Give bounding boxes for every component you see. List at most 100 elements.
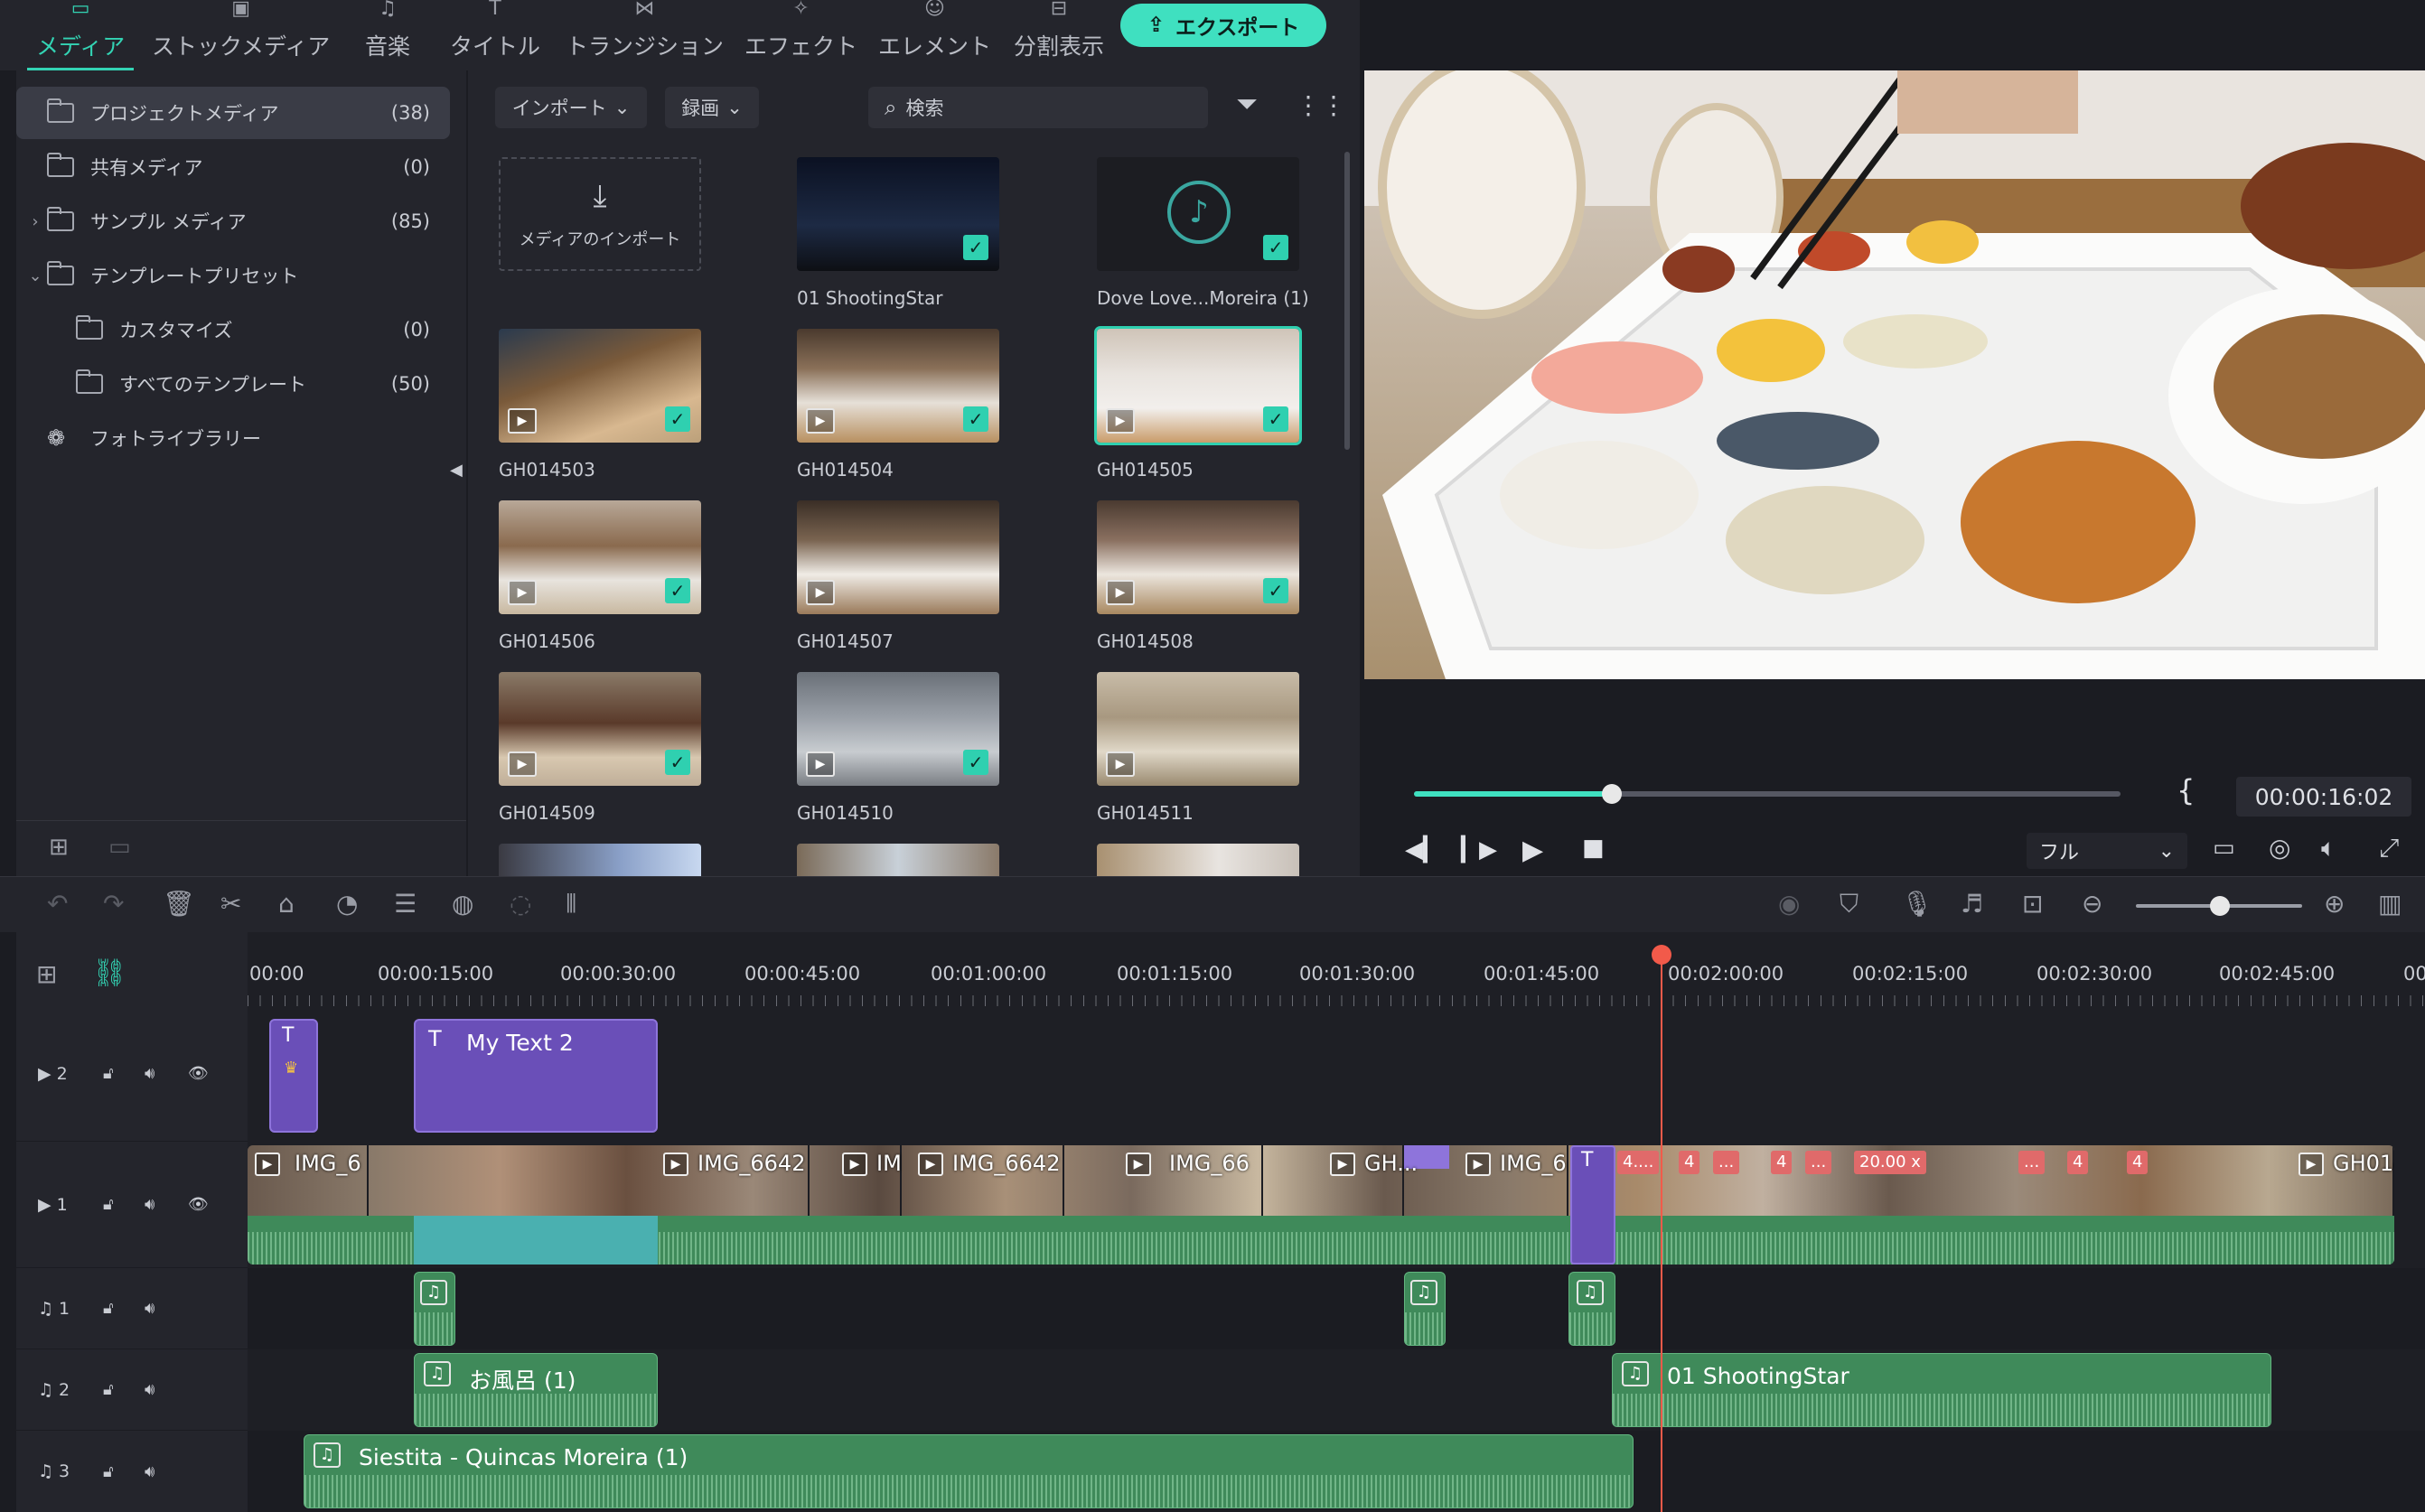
lock-icon[interactable]: 🔓︎ [103,1380,114,1399]
tab-transitions[interactable]: ⋈ トランジション [566,0,724,70]
new-folder-icon[interactable]: ⊞ [49,834,69,861]
layout-icon[interactable]: ▥ [2378,890,2402,919]
video-clip-strip[interactable]: T ▶ IMG_6 ▶ IMG_6642 ▶ IM ▶ IMG_6642 ▶ I… [248,1145,2394,1265]
audio-clip-shootingstar[interactable]: ♫ 01 ShootingStar [1612,1353,2271,1427]
speaker-icon[interactable]: 🔊︎ [145,1299,154,1318]
chevron-right-icon[interactable]: › [23,212,47,231]
quality-select[interactable]: フル ⌄ [2027,833,2187,869]
snapshot-icon[interactable]: ◎ [2269,833,2290,863]
audio-adjust-icon[interactable]: ◍ [452,890,473,919]
media-thumb-gh014511[interactable]: ▶ [1097,672,1299,786]
speaker-icon[interactable]: 🔊︎ [145,1462,154,1481]
zoom-out-icon[interactable]: ⊖ [2082,890,2102,919]
playhead-handle[interactable] [1652,945,1671,965]
media-thumb-partial[interactable] [797,844,999,876]
export-button[interactable]: ⇪ エクスポート [1120,4,1326,47]
marker-icon[interactable]: ⛉ [1840,890,1859,919]
volume-icon[interactable]: 🔈︎ [2321,833,2336,863]
import-dropdown[interactable]: インポート ⌄ [495,87,647,128]
media-thumb-shootingstar[interactable]: ✓ [797,157,999,271]
tab-media[interactable]: ▭ メディア [26,0,135,70]
sidebar-item-shared-media[interactable]: 共有メディア (0) [16,141,450,193]
media-thumb-gh014506[interactable]: ▶ ✓ [499,500,701,614]
media-thumb-gh014503[interactable]: ▶ ✓ [499,329,701,443]
redo-icon[interactable]: ↷ [103,890,124,919]
media-thumb-gh014509[interactable]: ▶ ✓ [499,672,701,786]
media-thumb-gh014508[interactable]: ▶ ✓ [1097,500,1299,614]
lock-icon[interactable]: 🔓︎ [103,1195,114,1214]
stop-icon[interactable]: ■ [1582,835,1605,862]
eye-icon[interactable]: 👁︎ [188,1195,209,1214]
tab-split-screen[interactable]: ⊟ 分割表示 [1014,0,1104,70]
step-back-icon[interactable]: ◀▎ [1405,836,1441,863]
lock-icon[interactable]: 🔓︎ [103,1462,114,1481]
video-segment[interactable]: ▶ IMG_6 [248,1145,369,1216]
search-input[interactable]: ⌕ 検索 [868,87,1208,128]
link-icon[interactable]: ⛓︎ [92,957,126,989]
title-clip-small[interactable]: T ♛ [269,1019,318,1133]
lock-icon[interactable]: 🔓︎ [103,1299,114,1318]
audio-clip-siestita[interactable]: ♫ Siestita - Quincas Moreira (1) [304,1434,1634,1508]
media-thumb-gh014504[interactable]: ▶ ✓ [797,329,999,443]
import-media-tile[interactable]: ⤓ メディアのインポート [499,157,701,271]
media-thumb-gh014507[interactable]: ▶ [797,500,999,614]
eye-icon[interactable]: 👁︎ [188,1064,209,1083]
cut-icon[interactable]: ✂ [220,890,241,919]
tab-music[interactable]: ♫ 音楽 [365,0,410,70]
audio-clip[interactable]: ♫ [1404,1272,1446,1346]
speaker-icon[interactable]: 🔊︎ [145,1195,154,1214]
media-thumb-partial[interactable] [1097,844,1299,876]
mark-in-icon[interactable]: { [2177,773,2195,807]
title-clip-my-text-2[interactable]: T My Text 2 [414,1019,658,1133]
audio-clip[interactable]: ♫ [414,1272,455,1346]
fit-icon[interactable]: ⊡ [2022,890,2043,919]
sidebar-item-sample-media[interactable]: › サンプル メディア (85) [16,195,450,247]
video-segment[interactable]: ▶ IMG_66 [1119,1145,1263,1216]
audio-clip[interactable]: ♫ [1568,1272,1615,1346]
media-scrollbar[interactable] [1344,152,1350,450]
title-clip-inline[interactable]: T [1570,1145,1615,1265]
tab-titles[interactable]: T タイトル [450,0,540,70]
add-track-icon[interactable]: ⊞ [36,959,57,989]
media-thumb-gh014510[interactable]: ▶ ✓ [797,672,999,786]
collapse-sidebar-icon[interactable]: ◀ [450,461,463,480]
video-segment[interactable]: ▶ IM [835,1145,902,1216]
lock-icon[interactable]: 🔓︎ [103,1064,114,1083]
speaker-icon[interactable]: 🔊︎ [145,1064,154,1083]
playhead[interactable] [1661,952,1662,1512]
chevron-down-icon[interactable]: ⌄ [23,266,47,285]
seek-handle[interactable] [1601,784,1622,804]
waveform-icon[interactable]: ⦀ [566,890,576,919]
tab-effects[interactable]: ✧ エフェクト [744,0,857,70]
tag-icon[interactable]: ⌂ [278,890,295,919]
media-thumb-dove-love[interactable]: ♪ ✓ [1097,157,1299,271]
sidebar-item-photo-library[interactable]: ❁ フォトライブラリー [16,412,450,464]
video-segment[interactable]: ▶ GH... [1323,1145,1418,1216]
monitor-icon[interactable]: ▭ [2213,835,2235,862]
sidebar-item-customize[interactable]: カスタマイズ (0) [16,303,450,356]
fullscreen-icon[interactable]: ⤢ [2379,833,2399,863]
tab-elements[interactable]: ☺ エレメント [878,0,991,70]
step-forward-icon[interactable]: ▎▶ [1461,836,1497,863]
delete-icon[interactable]: 🗑︎ [163,890,195,919]
zoom-in-icon[interactable]: ⊕ [2324,890,2345,919]
adjust-icon[interactable]: ☰ [394,890,417,919]
timeline-ruler[interactable]: 00:00 00:00:15:00 00:00:30:00 00:00:45:0… [248,932,2425,1006]
play-icon[interactable]: ▶ [1522,835,1543,866]
sidebar-item-template-presets[interactable]: ⌄ テンプレートプリセット [16,249,450,302]
video-segment[interactable]: ▶ GH014 [2291,1145,2394,1216]
media-thumb-partial[interactable] [499,844,701,876]
grid-view-icon[interactable]: ⋮⋮ [1296,90,1346,120]
sidebar-item-all-templates[interactable]: すべてのテンプレート (50) [16,358,450,410]
record-dropdown[interactable]: 録画 ⌄ [665,87,759,128]
speaker-icon[interactable]: 🔊︎ [145,1380,154,1399]
video-segment[interactable]: ▶ IMG_6642 [656,1145,810,1216]
tab-stock-media[interactable]: ▣ ストックメディア [152,0,330,70]
folder-icon[interactable]: ▭ [108,834,131,861]
undo-icon[interactable]: ↶ [47,890,68,919]
audio-mix-icon[interactable]: ♬ [1961,890,1983,919]
video-segment[interactable]: ▶ IMG_6 [1458,1145,1568,1216]
tts-icon[interactable]: ◌ [510,890,531,919]
media-thumb-gh014505[interactable]: ▶ ✓ [1094,326,1302,445]
speed-icon[interactable]: ◔ [336,890,358,919]
